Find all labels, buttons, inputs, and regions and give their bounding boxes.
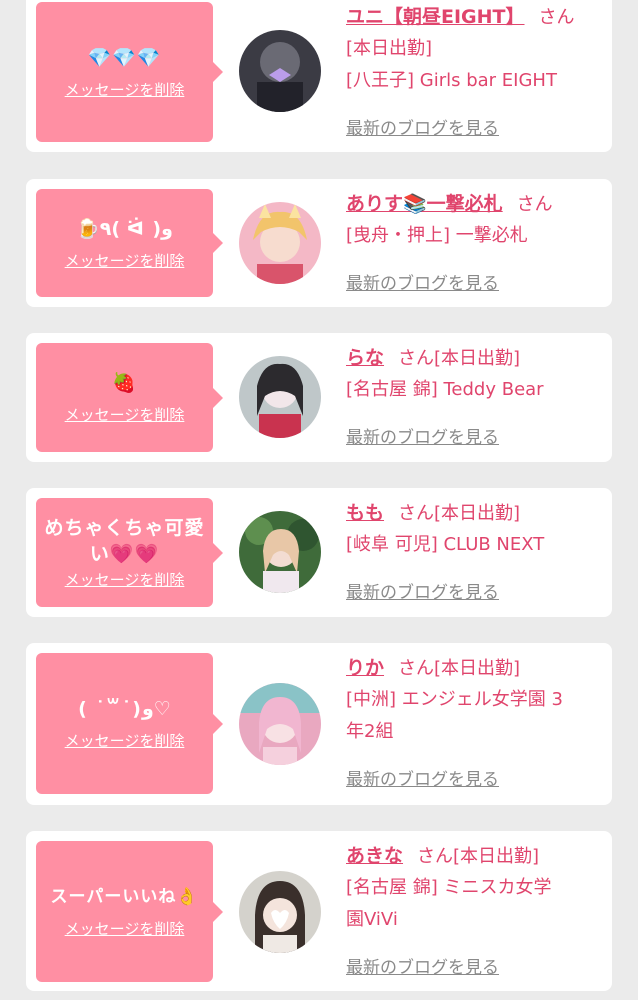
cast-info: もも さん[本日出勤] [岐阜 可児] CLUB NEXT 最新のブログを見る [346, 498, 598, 603]
work-status: [本日出勤] [434, 503, 521, 524]
message-card: 💎💎💎 メッセージを削除 ユニ【朝昼EIGHT】 さん [本日出勤] [八王子] … [26, 0, 612, 152]
info-line: [岐阜 可児] CLUB NEXT [346, 534, 545, 555]
message-bubble: 🍺٩( ᐛ )و メッセージを削除 [36, 189, 223, 297]
latest-blog-link[interactable]: 最新のブログを見る [346, 423, 499, 448]
message-text: ( ˙꒳˙)و♡ [78, 698, 171, 720]
delete-message-link[interactable]: メッセージを削除 [65, 730, 185, 751]
cast-info: あきな さん[本日出勤] [名古屋 錦] ミニスカ女学 園ViVi 最新のブログを… [346, 841, 598, 978]
latest-blog-link[interactable]: 最新のブログを見る [346, 269, 499, 294]
avatar-image [239, 683, 321, 765]
message-card: めちゃくちゃ可愛い💗💗 メッセージを削除 もも さん[本日出勤] [岐阜 可児] … [26, 488, 612, 617]
info-line: [名古屋 錦] ミニスカ女学 [346, 877, 552, 898]
latest-blog-link[interactable]: 最新のブログを見る [346, 114, 499, 139]
message-bubble: ( ˙꒳˙)و♡ メッセージを削除 [36, 653, 223, 794]
avatar-image [239, 871, 321, 953]
message-bubble: 🍓 メッセージを削除 [36, 343, 223, 452]
message-text: 🍺٩( ᐛ )و [76, 217, 173, 240]
avatar[interactable] [239, 871, 321, 953]
work-status: [本日出勤] [434, 658, 521, 679]
cast-name-link[interactable]: もも [346, 502, 384, 524]
info-line: 年2組 [346, 721, 394, 742]
san-suffix: さん [398, 503, 435, 524]
message-card: 🍺٩( ᐛ )و メッセージを削除 ありす📚一撃必札 さん [曳舟・押上] 一撃必… [26, 179, 612, 307]
cast-info: ありす📚一撃必札 さん [曳舟・押上] 一撃必札 最新のブログを見る [346, 189, 598, 294]
info-line: [八王子] Girls bar EIGHT [346, 70, 557, 91]
cast-info: ユニ【朝昼EIGHT】 さん [本日出勤] [八王子] Girls bar EIG… [346, 2, 598, 139]
delete-message-link[interactable]: メッセージを削除 [65, 250, 185, 271]
message-text: 💎💎💎 [87, 46, 162, 69]
san-suffix: さん [398, 348, 435, 369]
info-line: 園ViVi [346, 909, 398, 930]
cast-name-link[interactable]: ユニ【朝昼EIGHT】 [346, 6, 525, 28]
avatar[interactable] [239, 683, 321, 765]
latest-blog-link[interactable]: 最新のブログを見る [346, 578, 499, 603]
message-card: スーパーいいね👌 メッセージを削除 あきな さん[本日出勤] [名古屋 錦] ミニ… [26, 831, 612, 991]
cast-name-link[interactable]: ありす📚一撃必札 [346, 193, 503, 215]
latest-blog-link[interactable]: 最新のブログを見る [346, 953, 499, 978]
message-bubble: めちゃくちゃ可愛い💗💗 メッセージを削除 [36, 498, 223, 607]
message-card: ( ˙꒳˙)و♡ メッセージを削除 りか さん[本日出勤] [中洲] エンジェル女… [26, 643, 612, 805]
info-line: [名古屋 錦] Teddy Bear [346, 379, 544, 400]
delete-message-link[interactable]: メッセージを削除 [65, 404, 185, 425]
info-line: [本日出勤] [346, 38, 433, 59]
latest-blog-link[interactable]: 最新のブログを見る [346, 765, 499, 790]
cast-info: りか さん[本日出勤] [中洲] エンジェル女学園 3 年2組 最新のブログを見る [346, 653, 598, 790]
avatar[interactable] [239, 356, 321, 438]
info-line: [曳舟・押上] 一撃必札 [346, 225, 528, 246]
avatar[interactable] [239, 202, 321, 284]
cast-name-link[interactable]: あきな [346, 845, 403, 867]
info-line: [中洲] エンジェル女学園 3 [346, 689, 563, 710]
san-suffix: さん [516, 194, 553, 215]
san-suffix: さん [417, 846, 454, 867]
avatar-image [239, 511, 321, 593]
cast-info: らな さん[本日出勤] [名古屋 錦] Teddy Bear 最新のブログを見る [346, 343, 598, 448]
message-bubble: 💎💎💎 メッセージを削除 [36, 2, 223, 142]
work-status: [本日出勤] [453, 846, 540, 867]
work-status: [本日出勤] [434, 348, 521, 369]
avatar-image [239, 30, 321, 112]
message-card: 🍓 メッセージを削除 らな さん[本日出勤] [名古屋 錦] Teddy Bear… [26, 333, 612, 462]
avatar[interactable] [239, 30, 321, 112]
message-text: スーパーいいね👌 [50, 887, 199, 907]
avatar[interactable] [239, 511, 321, 593]
cast-name-link[interactable]: らな [346, 347, 384, 369]
delete-message-link[interactable]: メッセージを削除 [65, 569, 185, 590]
message-text: めちゃくちゃ可愛い💗💗 [44, 517, 205, 565]
san-suffix: さん [538, 7, 575, 28]
cast-name-link[interactable]: りか [346, 657, 384, 679]
avatar-image [239, 202, 321, 284]
message-text: 🍓 [112, 372, 137, 394]
san-suffix: さん [398, 658, 435, 679]
avatar-image [239, 356, 321, 438]
delete-message-link[interactable]: メッセージを削除 [65, 79, 185, 100]
message-bubble: スーパーいいね👌 メッセージを削除 [36, 841, 223, 982]
delete-message-link[interactable]: メッセージを削除 [65, 918, 185, 939]
